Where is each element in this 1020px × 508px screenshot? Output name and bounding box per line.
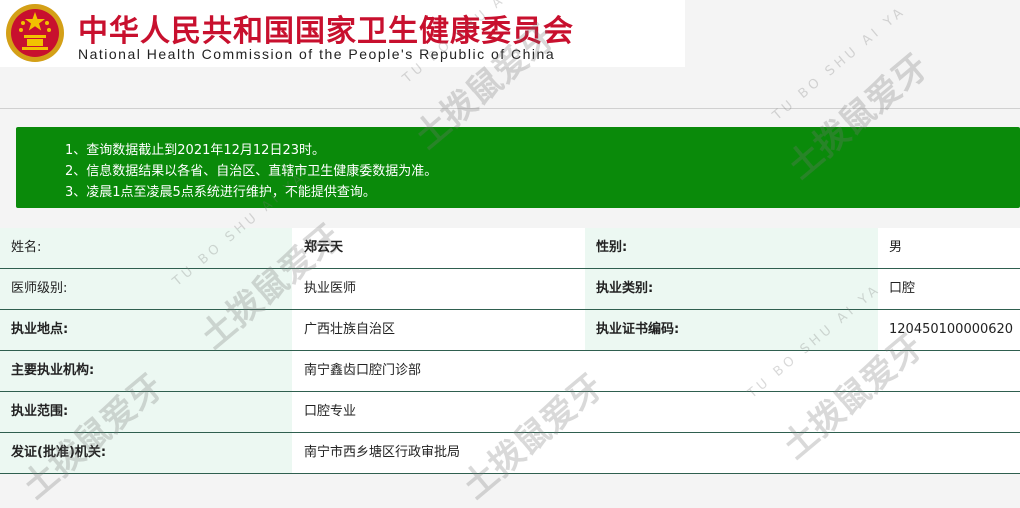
site-header: 中华人民共和国国家卫生健康委员会 National Health Commiss… [0, 0, 685, 67]
table-row: 主要执业机构: 南宁鑫齿口腔门诊部 [0, 351, 1020, 392]
scope-label: 执业范围: [0, 392, 292, 432]
institution-value: 南宁鑫齿口腔门诊部 [292, 351, 1020, 391]
gender-value: 男 [878, 228, 1020, 268]
header-divider [0, 108, 1020, 109]
issuer-label: 发证(批准)机关: [0, 433, 292, 473]
national-emblem-icon [6, 4, 64, 62]
issuer-value: 南宁市西乡塘区行政审批局 [292, 433, 1020, 473]
notice-panel: 1、查询数据截止到2021年12月12日23时。 2、信息数据结果以各省、自治区… [16, 127, 1020, 208]
table-row: 执业地点: 广西壮族自治区 执业证书编码: 120450100000620 [0, 310, 1020, 351]
cert-value: 120450100000620 [878, 310, 1020, 350]
name-value: 郑云天 [292, 228, 585, 268]
level-value: 执业医师 [292, 269, 585, 309]
site-title-en: National Health Commission of the People… [78, 46, 556, 62]
table-row: 姓名: 郑云天 性别: 男 [0, 228, 1020, 269]
table-row: 医师级别: 执业医师 执业类别: 口腔 [0, 269, 1020, 310]
location-value: 广西壮族自治区 [292, 310, 585, 350]
watermark-sub: TU BO SHU AI YA [770, 3, 910, 124]
cert-label: 执业证书编码: [585, 310, 878, 350]
level-label: 医师级别: [0, 269, 292, 309]
location-label: 执业地点: [0, 310, 292, 350]
table-row: 发证(批准)机关: 南宁市西乡塘区行政审批局 [0, 433, 1020, 474]
institution-label: 主要执业机构: [0, 351, 292, 391]
scope-value: 口腔专业 [292, 392, 1020, 432]
notice-line: 2、信息数据结果以各省、自治区、直辖市卫生健康委数据为准。 [65, 164, 438, 179]
notice-line: 1、查询数据截止到2021年12月12日23时。 [65, 143, 325, 158]
name-label: 姓名: [0, 228, 292, 268]
notice-line: 3、凌晨1点至凌晨5点系统进行维护，不能提供查询。 [65, 185, 376, 200]
site-title-cn: 中华人民共和国国家卫生健康委员会 [78, 14, 574, 49]
gender-label: 性别: [585, 228, 878, 268]
category-value: 口腔 [878, 269, 1020, 309]
table-row: 执业范围: 口腔专业 [0, 392, 1020, 433]
category-label: 执业类别: [585, 269, 878, 309]
